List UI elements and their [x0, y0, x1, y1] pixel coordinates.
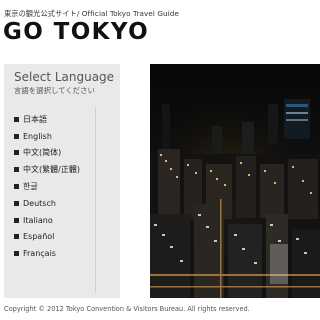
language-panel: Select Language 言語を選択してください 日本語 English …	[4, 64, 120, 298]
language-link-korean[interactable]: 한글	[14, 178, 80, 195]
language-label: Español	[23, 232, 55, 242]
language-list-box: 日本語 English 中文(简体) 中文(繁體/正體) 한글 Deutsch …	[10, 107, 96, 293]
language-label: Deutsch	[23, 198, 56, 208]
language-label: 中文(繁體/正體)	[23, 165, 80, 175]
language-link-japanese[interactable]: 日本語	[14, 111, 80, 128]
bullet-icon	[14, 184, 19, 190]
bullet-icon	[14, 200, 19, 206]
bullet-icon	[14, 167, 19, 173]
language-link-italian[interactable]: Italiano	[14, 212, 80, 229]
copyright-notice: Copyright © 2012 Tokyo Convention & Visi…	[4, 305, 250, 313]
bullet-icon	[14, 150, 19, 156]
language-link-french[interactable]: Français	[14, 245, 80, 262]
bullet-icon	[14, 234, 19, 240]
bullet-icon	[14, 251, 19, 257]
language-link-english[interactable]: English	[14, 128, 80, 145]
skyline-illustration	[150, 64, 320, 298]
bullet-icon	[14, 116, 19, 122]
language-link-spanish[interactable]: Español	[14, 229, 80, 246]
tokyo-night-skyline-photo	[150, 64, 320, 298]
language-label: 中文(简体)	[23, 148, 62, 158]
language-link-chinese-traditional[interactable]: 中文(繁體/正體)	[14, 161, 80, 178]
go-tokyo-logo[interactable]: GO TOKYO	[3, 19, 149, 45]
language-panel-title: Select Language	[14, 70, 115, 84]
language-link-german[interactable]: Deutsch	[14, 195, 80, 212]
bullet-icon	[14, 133, 19, 139]
language-label: 日本語	[23, 114, 47, 124]
language-list: 日本語 English 中文(简体) 中文(繁體/正體) 한글 Deutsch …	[14, 111, 80, 262]
site-tagline: 東京の観光公式サイト/ Official Tokyo Travel Guide	[4, 9, 179, 18]
bullet-icon	[14, 217, 19, 223]
language-link-chinese-simplified[interactable]: 中文(简体)	[14, 145, 80, 162]
language-label: Italiano	[23, 215, 53, 225]
language-label: 한글	[23, 182, 38, 192]
language-panel-subtitle: 言語を選択してください	[14, 86, 95, 95]
language-label: Français	[23, 249, 56, 259]
language-label: English	[23, 131, 52, 141]
